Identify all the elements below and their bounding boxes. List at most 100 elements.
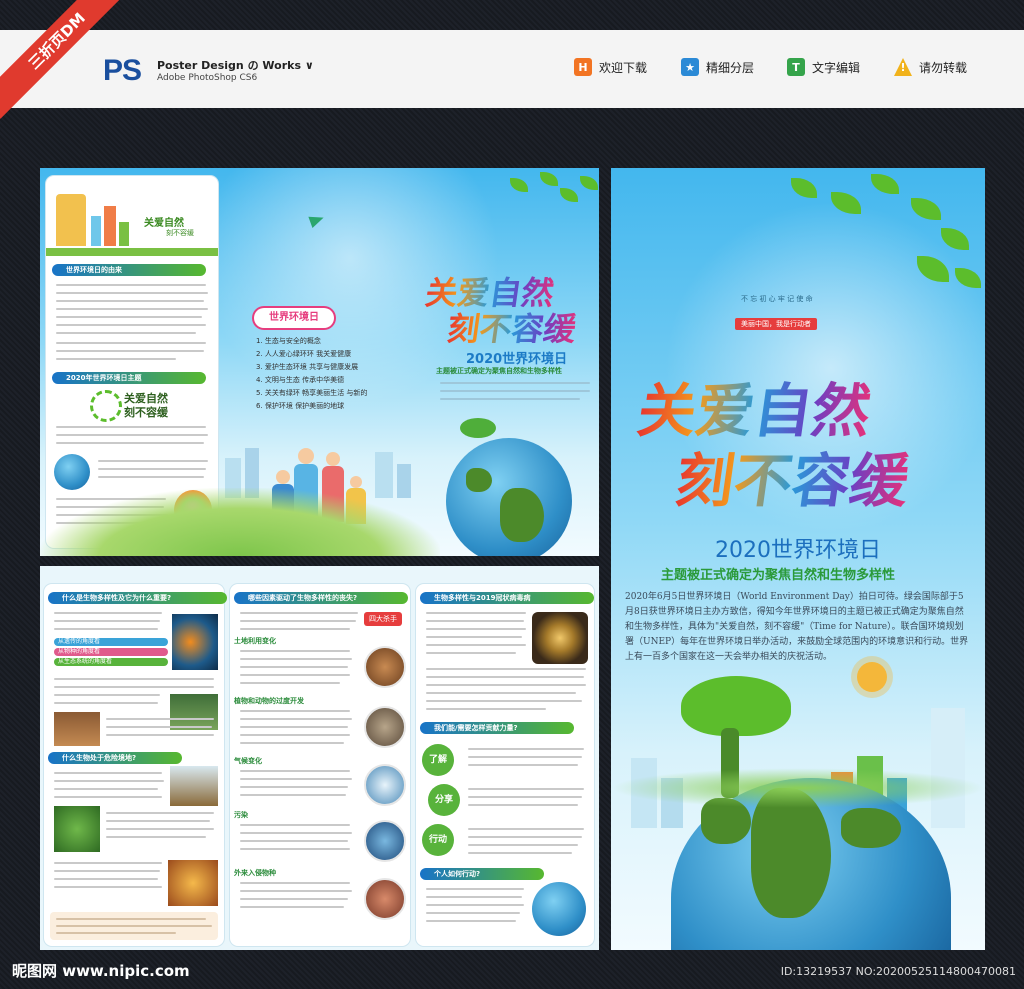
tagline-small: 不 忘 初 心 牢 记 使 命	[741, 295, 813, 303]
text-line	[440, 382, 590, 384]
cover-title-line2: 刻不容缓	[671, 434, 915, 518]
bird-photo	[170, 766, 218, 806]
text-line	[54, 628, 158, 630]
text-line	[240, 734, 350, 736]
text-line	[426, 920, 516, 922]
text-line	[240, 658, 352, 660]
text-line	[56, 434, 208, 436]
section-endangered: 什么生物处于危险境地?	[48, 752, 182, 764]
building	[91, 216, 101, 246]
header-bar	[0, 30, 1024, 108]
text-line	[56, 324, 206, 326]
text-line	[426, 612, 526, 614]
text-line	[54, 780, 164, 782]
circle-share: 分享	[428, 784, 460, 816]
feature-text-edit: T 文字编辑	[787, 58, 860, 76]
text-line	[440, 398, 580, 400]
subheading: 污染	[234, 811, 248, 819]
inner-column-2: 哪些因素驱动了生物多样性的丧失? 四大杀手 土地利用变化 植物和动物的过度开发 …	[230, 584, 410, 946]
text-line	[56, 292, 208, 294]
virus-image	[532, 612, 588, 664]
text-line	[426, 912, 520, 914]
glacier-photo	[364, 764, 406, 806]
text-line	[54, 886, 162, 888]
nipic-watermark: 昵图网 www.nipic.com	[12, 962, 190, 980]
coral-reef-photo	[172, 614, 218, 670]
h-icon: H	[574, 58, 592, 76]
world-env-day-badge: 世界环境日	[254, 308, 334, 328]
text-line	[240, 906, 344, 908]
text-line	[240, 628, 350, 630]
text-line	[56, 316, 202, 318]
text-line	[468, 844, 578, 846]
tree-canopy	[460, 418, 496, 438]
text-line	[240, 890, 352, 892]
text-line	[468, 828, 584, 830]
text-line	[426, 676, 584, 678]
sun-icon	[857, 662, 887, 692]
text-line	[426, 636, 522, 638]
text-line	[106, 812, 214, 814]
text-line	[240, 848, 350, 850]
feature-label: 文字编辑	[812, 60, 861, 75]
subheading: 气候变化	[234, 757, 262, 765]
small-cover-subtitle: 2020世界环境日	[466, 352, 568, 367]
card-subtitle: 刻不容缓	[166, 229, 194, 237]
small-globe	[446, 438, 572, 556]
text-line	[98, 468, 206, 470]
text-line	[240, 674, 350, 676]
drought-photo	[364, 646, 406, 688]
text-line	[106, 820, 210, 822]
subheading: 植物和动物的过度开发	[234, 697, 304, 705]
tree-canopy	[681, 676, 791, 736]
front-cover: 不 忘 初 心 牢 记 使 命 美丽中国，我是行动者 关爱自然 刻不容缓 202…	[611, 168, 985, 950]
text-line	[240, 710, 350, 712]
list-item: 2. 人人爱心绿环环 我关爱健康	[256, 350, 352, 358]
text-line	[56, 332, 196, 334]
small-cover-title2: 刻不容缓	[445, 304, 579, 350]
forest-photo	[170, 694, 218, 730]
text-line	[98, 476, 204, 478]
pill-genetic: 从遗传的角度看	[54, 638, 168, 646]
text-line	[56, 442, 204, 444]
brand-subtitle: Adobe PhotoShop CS6	[157, 73, 258, 83]
text-line	[54, 772, 162, 774]
text-line	[240, 650, 350, 652]
leaf-decoration	[871, 174, 899, 194]
building	[119, 222, 129, 246]
text-line	[56, 358, 176, 360]
text-line	[54, 612, 162, 614]
text-line	[54, 862, 162, 864]
pill-species: 从物种的角度看	[54, 648, 168, 656]
section-theme: 2020年世界环境日主题	[52, 372, 206, 384]
t-icon: T	[787, 58, 805, 76]
text-line	[54, 870, 160, 872]
text-line	[426, 668, 586, 670]
giraffe-illustration	[56, 194, 86, 246]
text-line	[426, 708, 546, 710]
text-line	[468, 788, 584, 790]
text-line	[56, 284, 206, 286]
feature-no-repost: ! 请勿转载	[894, 58, 967, 76]
grass-strip	[46, 248, 218, 256]
section-origin: 世界环境日的由来	[52, 264, 206, 276]
leaf-decoration	[510, 178, 528, 192]
leaf-decoration	[560, 188, 578, 202]
text-line	[426, 628, 526, 630]
text-line	[240, 840, 348, 842]
list-item: 6. 保护环境 保护美丽的地球	[256, 402, 345, 410]
text-line	[426, 888, 524, 890]
slogan-line2: 刻不容缓	[124, 406, 168, 419]
leaf-decoration	[580, 176, 598, 190]
text-line	[54, 686, 214, 688]
text-line	[56, 300, 204, 302]
section-individual: 个人如何行动?	[420, 868, 544, 880]
text-line	[426, 700, 582, 702]
text-line	[56, 342, 206, 344]
pangolin-photo	[364, 706, 406, 748]
cover-theme: 主题被正式确定为聚焦自然和生物多样性	[661, 568, 896, 583]
subheading: 外来入侵物种	[234, 869, 276, 877]
text-line	[240, 786, 348, 788]
text-line	[240, 770, 350, 772]
text-line	[240, 726, 348, 728]
